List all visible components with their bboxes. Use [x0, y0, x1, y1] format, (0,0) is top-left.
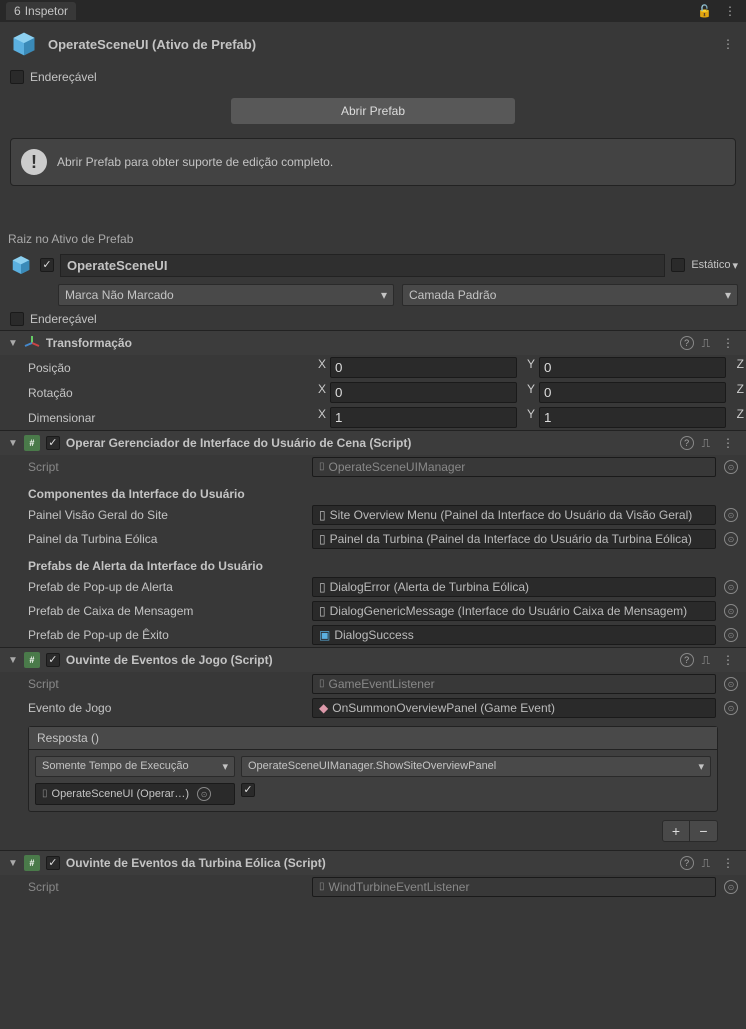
event-arg-checkbox[interactable]: [241, 783, 255, 797]
help-icon[interactable]: ?: [680, 336, 694, 350]
script-field[interactable]: ▯OperateSceneUIManager: [312, 457, 716, 477]
component-menu-icon[interactable]: ⋮: [718, 856, 738, 870]
preset-icon[interactable]: ⎍: [702, 653, 710, 668]
script-field[interactable]: ▯WindTurbineEventListener: [312, 877, 716, 897]
object-picker-icon[interactable]: ⊙: [724, 604, 738, 618]
go-cube-icon: [8, 252, 34, 278]
static-checkbox[interactable]: [671, 258, 685, 272]
object-field[interactable]: ▯DialogError (Alerta de Turbina Eólica): [312, 577, 716, 597]
event-header: Resposta (): [29, 727, 717, 750]
object-field[interactable]: ◆OnSummonOverviewPanel (Game Event): [312, 698, 716, 718]
method-dropdown[interactable]: OperateSceneUIManager.ShowSiteOverviewPa…: [241, 756, 711, 777]
help-icon[interactable]: ?: [680, 436, 694, 450]
tag-dropdown[interactable]: Marca Não Marcado▾: [58, 284, 394, 306]
prefab-title: OperateSceneUI (Ativo de Prefab): [48, 37, 710, 52]
scale-x[interactable]: [330, 407, 517, 428]
object-picker-icon[interactable]: ⊙: [724, 580, 738, 594]
component-enabled-checkbox[interactable]: [46, 856, 60, 870]
component-title: Ouvinte de Eventos de Jogo (Script): [66, 653, 674, 667]
root-label: Raiz no Ativo de Prefab: [0, 230, 746, 248]
inspector-tab[interactable]: 6 Inspetor: [6, 2, 76, 20]
layer-dropdown[interactable]: Camada Padrão▾: [402, 284, 738, 306]
object-picker-icon[interactable]: ⊙: [724, 701, 738, 715]
pos-y[interactable]: [539, 357, 726, 378]
preset-icon[interactable]: ⎍: [702, 436, 710, 451]
object-picker-icon[interactable]: ⊙: [724, 508, 738, 522]
unity-event-box: Resposta () Somente Tempo de Execução▾ O…: [28, 726, 718, 812]
lock-icon[interactable]: 🔓: [697, 4, 712, 18]
fold-icon[interactable]: ▼: [8, 858, 18, 869]
help-icon[interactable]: ?: [680, 856, 694, 870]
component-enabled-checkbox[interactable]: [46, 653, 60, 667]
field-label: Prefab de Caixa de Mensagem: [28, 604, 308, 618]
go-addressable-label: Endereçável: [30, 312, 97, 326]
field-label: Prefab de Pop-up de Êxito: [28, 628, 308, 642]
field-label: Painel Visão Geral do Site: [28, 508, 308, 522]
preset-icon[interactable]: ⎍: [702, 336, 710, 351]
tab-title: Inspetor: [25, 4, 68, 18]
field-label: Painel da Turbina Eólica: [28, 532, 308, 546]
component-enabled-checkbox[interactable]: [46, 436, 60, 450]
prefab-cube-icon: [8, 28, 40, 60]
scale-y[interactable]: [539, 407, 726, 428]
object-picker-icon[interactable]: ⊙: [724, 628, 738, 642]
tab-menu-icon[interactable]: ⋮: [720, 4, 740, 18]
fold-icon[interactable]: ▼: [8, 338, 18, 349]
go-addressable-checkbox[interactable]: [10, 312, 24, 326]
runtime-dropdown[interactable]: Somente Tempo de Execução▾: [35, 756, 235, 777]
position-label: Posição: [28, 361, 308, 375]
scale-label: Dimensionar: [28, 411, 308, 425]
component-menu-icon[interactable]: ⋮: [718, 436, 738, 450]
pos-x[interactable]: [330, 357, 517, 378]
section-header: Prefabs de Alerta da Interface do Usuári…: [28, 553, 308, 573]
field-label: Evento de Jogo: [28, 701, 308, 715]
info-text: Abrir Prefab para obter suporte de ediçã…: [57, 155, 333, 169]
addressable-label: Endereçável: [30, 70, 97, 84]
transform-icon: [24, 335, 40, 351]
fold-icon[interactable]: ▼: [8, 655, 18, 666]
script-label: Script: [28, 460, 308, 474]
event-target-field[interactable]: ▯OperateSceneUI (Operar…)⊙: [35, 783, 235, 805]
remove-event-button[interactable]: −: [690, 820, 718, 842]
component-title: Ouvinte de Eventos da Turbina Eólica (Sc…: [66, 856, 674, 870]
rotation-label: Rotação: [28, 386, 308, 400]
script-label: Script: [28, 677, 308, 691]
fold-icon[interactable]: ▼: [8, 438, 18, 449]
script-label: Script: [28, 880, 308, 894]
component-menu-icon[interactable]: ⋮: [718, 336, 738, 350]
script-icon: #: [24, 652, 40, 668]
info-icon: !: [21, 149, 47, 175]
object-picker-icon[interactable]: ⊙: [197, 787, 211, 801]
rot-y[interactable]: [539, 382, 726, 403]
object-field[interactable]: ▯Painel da Turbina (Painel da Interface …: [312, 529, 716, 549]
go-name-field[interactable]: OperateSceneUI: [60, 254, 665, 277]
static-dropdown[interactable]: Estático▾: [691, 259, 738, 272]
preset-icon[interactable]: ⎍: [702, 856, 710, 871]
object-picker-icon[interactable]: ⊙: [724, 532, 738, 546]
addressable-checkbox[interactable]: [10, 70, 24, 84]
add-event-button[interactable]: +: [662, 820, 690, 842]
object-picker-icon[interactable]: ⊙: [724, 677, 738, 691]
header-menu-icon[interactable]: ⋮: [718, 37, 738, 51]
component-title: Operar Gerenciador de Interface do Usuár…: [66, 436, 674, 450]
open-prefab-button[interactable]: Abrir Prefab: [231, 98, 515, 124]
script-icon: #: [24, 435, 40, 451]
object-picker-icon[interactable]: ⊙: [724, 460, 738, 474]
object-field[interactable]: ▯Site Overview Menu (Painel da Interface…: [312, 505, 716, 525]
script-field[interactable]: ▯GameEventListener: [312, 674, 716, 694]
rot-x[interactable]: [330, 382, 517, 403]
transform-title: Transformação: [46, 336, 674, 350]
help-icon[interactable]: ?: [680, 653, 694, 667]
object-field[interactable]: ▯DialogGenericMessage (Interface do Usuá…: [312, 601, 716, 621]
object-picker-icon[interactable]: ⊙: [724, 880, 738, 894]
field-label: Prefab de Pop-up de Alerta: [28, 580, 308, 594]
component-menu-icon[interactable]: ⋮: [718, 653, 738, 667]
script-icon: #: [24, 855, 40, 871]
object-field[interactable]: ▣DialogSuccess: [312, 625, 716, 645]
tab-number: 6: [14, 4, 21, 18]
go-active-checkbox[interactable]: [40, 258, 54, 272]
info-box: ! Abrir Prefab para obter suporte de edi…: [10, 138, 736, 186]
section-header: Componentes da Interface do Usuário: [28, 481, 308, 501]
